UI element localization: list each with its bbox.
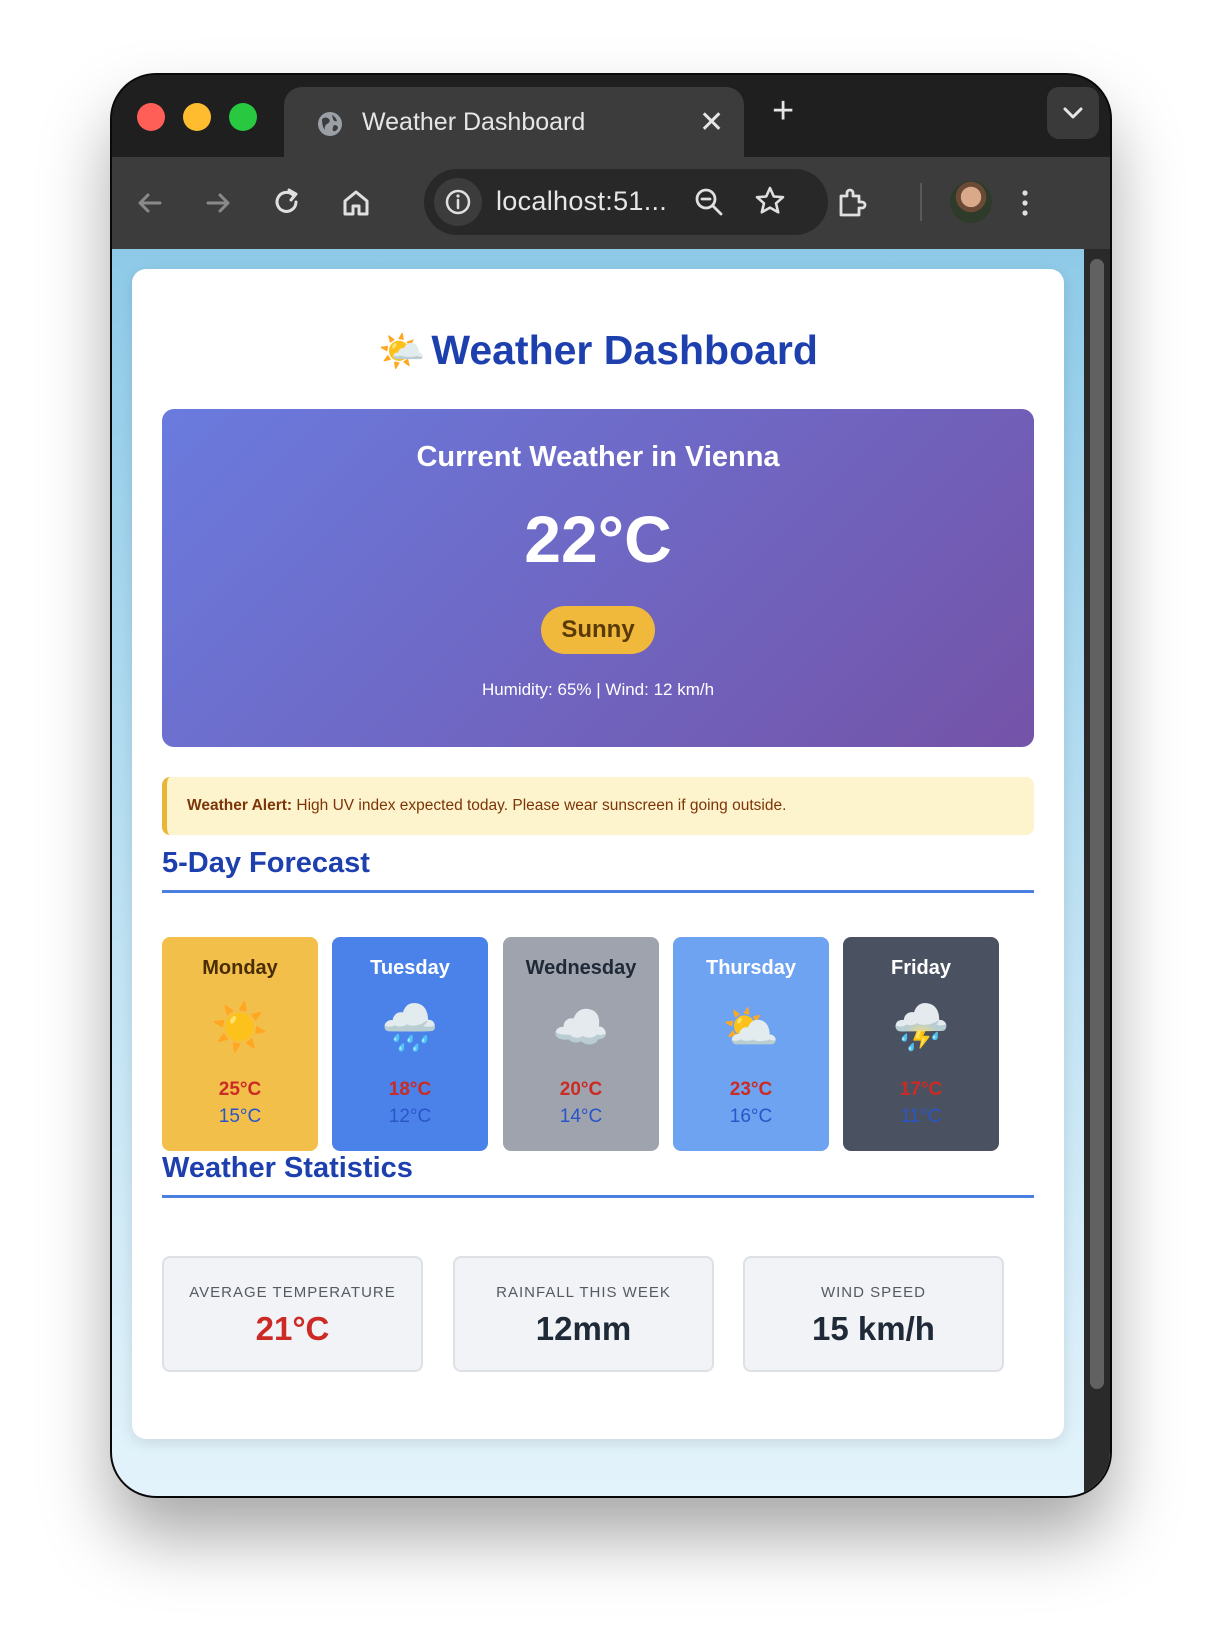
forecast-row: Monday ☀️ 25°C 15°C Tuesday 🌧️ 18°C 12°C…	[162, 937, 1034, 1151]
tab-search-button[interactable]	[1047, 87, 1099, 139]
current-weather-heading: Current Weather in Vienna	[416, 441, 780, 473]
alert-label: Weather Alert:	[187, 797, 293, 814]
forward-icon[interactable]	[200, 185, 236, 221]
forecast-day-monday: Monday ☀️ 25°C 15°C	[162, 937, 318, 1151]
current-temperature: 22°C	[524, 502, 672, 576]
chevron-down-icon	[1063, 107, 1083, 119]
globe-icon	[318, 112, 342, 136]
stat-label: RAINFALL THIS WEEK	[496, 1284, 671, 1301]
cloud-icon: ☁️	[552, 1001, 610, 1053]
current-weather-panel: Current Weather in Vienna 22°C Sunny Hum…	[162, 409, 1034, 747]
low-temperature: 14°C	[559, 1106, 603, 1127]
stat-card-wind-speed: WIND SPEED 15 km/h	[743, 1256, 1004, 1372]
stat-value: 12mm	[535, 1310, 632, 1347]
new-tab-button[interactable]: +	[772, 91, 794, 131]
partly-cloudy-icon: ⛅	[722, 1001, 780, 1053]
day-name: Friday	[890, 957, 952, 979]
day-name: Tuesday	[370, 957, 450, 979]
scrollbar-thumb[interactable]	[1090, 259, 1104, 1389]
tab-weather-dashboard[interactable]: Weather Dashboard ✕	[284, 87, 744, 159]
close-window-button[interactable]	[137, 103, 165, 131]
humidity-wind-details: Humidity: 65% | Wind: 12 km/h	[481, 680, 715, 699]
forecast-section-title: 5-Day Forecast	[162, 847, 1034, 893]
more-menu-icon[interactable]	[1007, 185, 1043, 221]
day-name: Monday	[202, 957, 278, 979]
back-icon[interactable]	[132, 185, 168, 221]
close-tab-button[interactable]: ✕	[699, 103, 724, 143]
tab-title: Weather Dashboard	[362, 108, 586, 136]
home-icon[interactable]	[338, 185, 374, 221]
rain-cloud-icon: 🌧️	[381, 1001, 439, 1053]
forecast-day-friday: Friday ⛈️ 17°C 11°C	[843, 937, 999, 1151]
high-temperature: 25°C	[218, 1079, 262, 1100]
high-temperature: 18°C	[388, 1079, 432, 1100]
address-text: localhost:51...	[496, 186, 668, 216]
browser-window: Weather Dashboard ✕ + localhost:51... 🌤️…	[112, 75, 1110, 1496]
stat-value: 21°C	[255, 1310, 330, 1347]
alert-message: High UV index expected today. Please wea…	[292, 797, 787, 814]
day-name: Wednesday	[525, 957, 637, 979]
tab-bar: Weather Dashboard ✕ +	[112, 75, 1110, 159]
sun-behind-cloud-icon: 🌤️	[378, 331, 426, 373]
statistics-row: AVERAGE TEMPERATURE 21°C RAINFALL THIS W…	[162, 1256, 1034, 1372]
statistics-section-title: Weather Statistics	[162, 1152, 1034, 1198]
weather-alert: Weather Alert: High UV index expected to…	[162, 777, 1034, 835]
low-temperature: 12°C	[388, 1106, 432, 1127]
maximize-window-button[interactable]	[229, 103, 257, 131]
dashboard-card: 🌤️ Weather Dashboard Current Weather in V…	[132, 269, 1064, 1439]
low-temperature: 11°C	[900, 1106, 942, 1127]
forecast-day-tuesday: Tuesday 🌧️ 18°C 12°C	[332, 937, 488, 1151]
high-temperature: 17°C	[899, 1079, 943, 1100]
page-viewport: 🌤️ Weather Dashboard Current Weather in V…	[112, 249, 1110, 1496]
high-temperature: 23°C	[729, 1079, 773, 1100]
sun-icon: ☀️	[211, 1001, 269, 1053]
zoom-icon[interactable]	[692, 185, 726, 219]
reload-icon[interactable]	[269, 185, 305, 221]
forecast-day-wednesday: Wednesday ☁️ 20°C 14°C	[503, 937, 659, 1151]
stat-label: WIND SPEED	[820, 1284, 926, 1301]
profile-avatar[interactable]	[950, 181, 992, 223]
condition-badge: Sunny	[541, 606, 655, 654]
thunderstorm-icon: ⛈️	[892, 1001, 950, 1053]
stat-card-rainfall: RAINFALL THIS WEEK 12mm	[453, 1256, 714, 1372]
extensions-icon[interactable]	[834, 185, 870, 221]
site-info-icon[interactable]	[434, 178, 482, 226]
stat-value: 15 km/h	[812, 1310, 935, 1347]
high-temperature: 20°C	[559, 1079, 603, 1100]
toolbar-separator	[920, 183, 922, 221]
scrollbar[interactable]	[1084, 249, 1110, 1496]
page-title: 🌤️ Weather Dashboard	[132, 327, 1064, 374]
minimize-window-button[interactable]	[183, 103, 211, 131]
forecast-day-thursday: Thursday ⛅ 23°C 16°C	[673, 937, 829, 1151]
low-temperature: 16°C	[729, 1106, 773, 1127]
stat-label: AVERAGE TEMPERATURE	[189, 1284, 396, 1301]
address-bar[interactable]: localhost:51...	[424, 169, 828, 235]
stat-card-average-temperature: AVERAGE TEMPERATURE 21°C	[162, 1256, 423, 1372]
browser-toolbar: localhost:51...	[112, 157, 1110, 249]
page-title-text: Weather Dashboard	[431, 327, 818, 373]
low-temperature: 15°C	[218, 1106, 262, 1127]
day-name: Thursday	[705, 957, 797, 979]
bookmark-star-icon[interactable]	[752, 183, 788, 219]
